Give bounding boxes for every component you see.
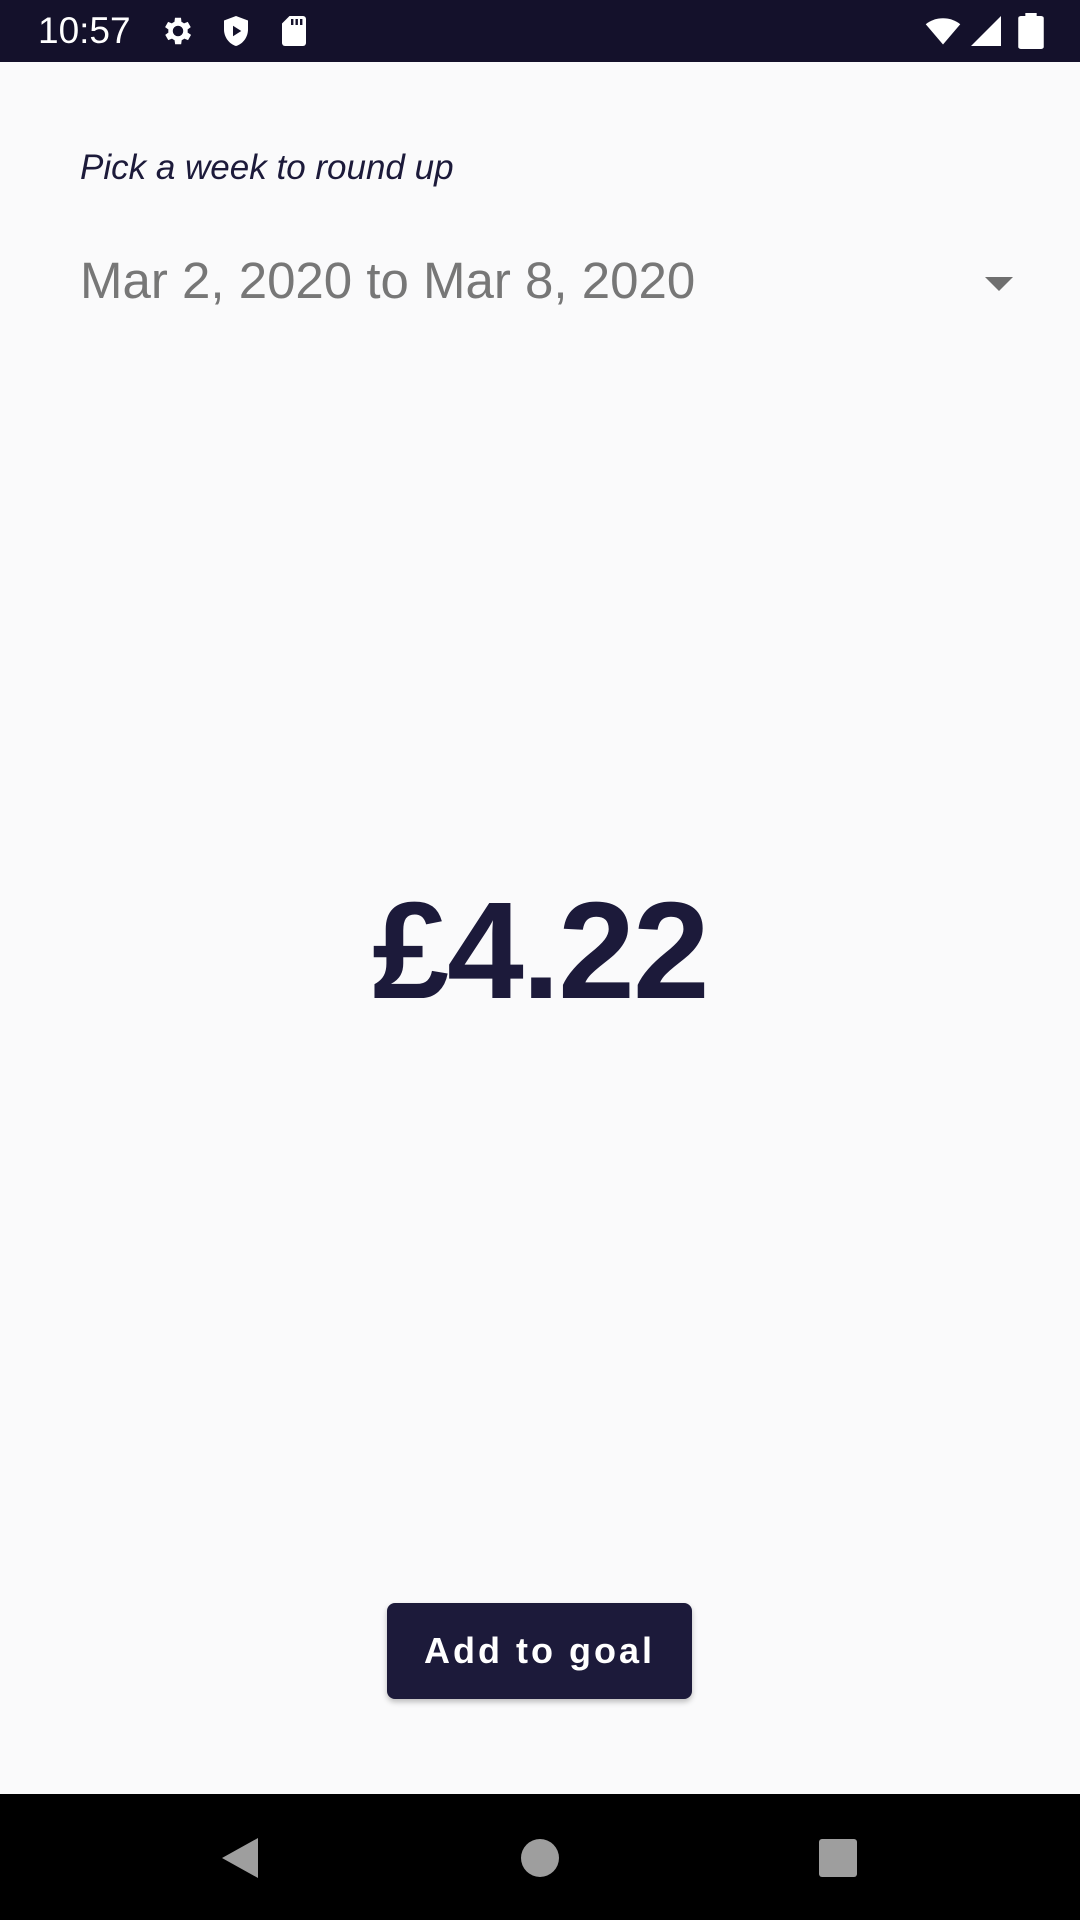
week-dropdown[interactable]: Mar 2, 2020 to Mar 8, 2020 [80,245,1015,321]
week-dropdown-value: Mar 2, 2020 to Mar 8, 2020 [80,252,696,309]
week-picker-label: Pick a week to round up [80,148,454,187]
battery-icon [1014,13,1048,49]
status-bar: 10:57 [0,0,1080,62]
signal-icon [968,13,1004,49]
status-time: 10:57 [38,10,131,51]
back-icon[interactable] [214,1832,266,1884]
navigation-bar [0,1794,1080,1920]
wifi-icon [920,13,966,49]
shield-icon [218,13,254,49]
gear-icon [160,13,196,49]
add-to-goal-button[interactable]: Add to goal [387,1603,692,1699]
screen: 10:57 Pick a week to round up Mar 2, 202… [0,0,1080,1920]
sd-card-icon [276,13,312,49]
home-icon[interactable] [514,1832,566,1884]
recents-icon[interactable] [812,1832,864,1884]
dropdown-arrow-icon [983,275,1015,293]
round-up-amount: £4.22 [372,874,709,1028]
